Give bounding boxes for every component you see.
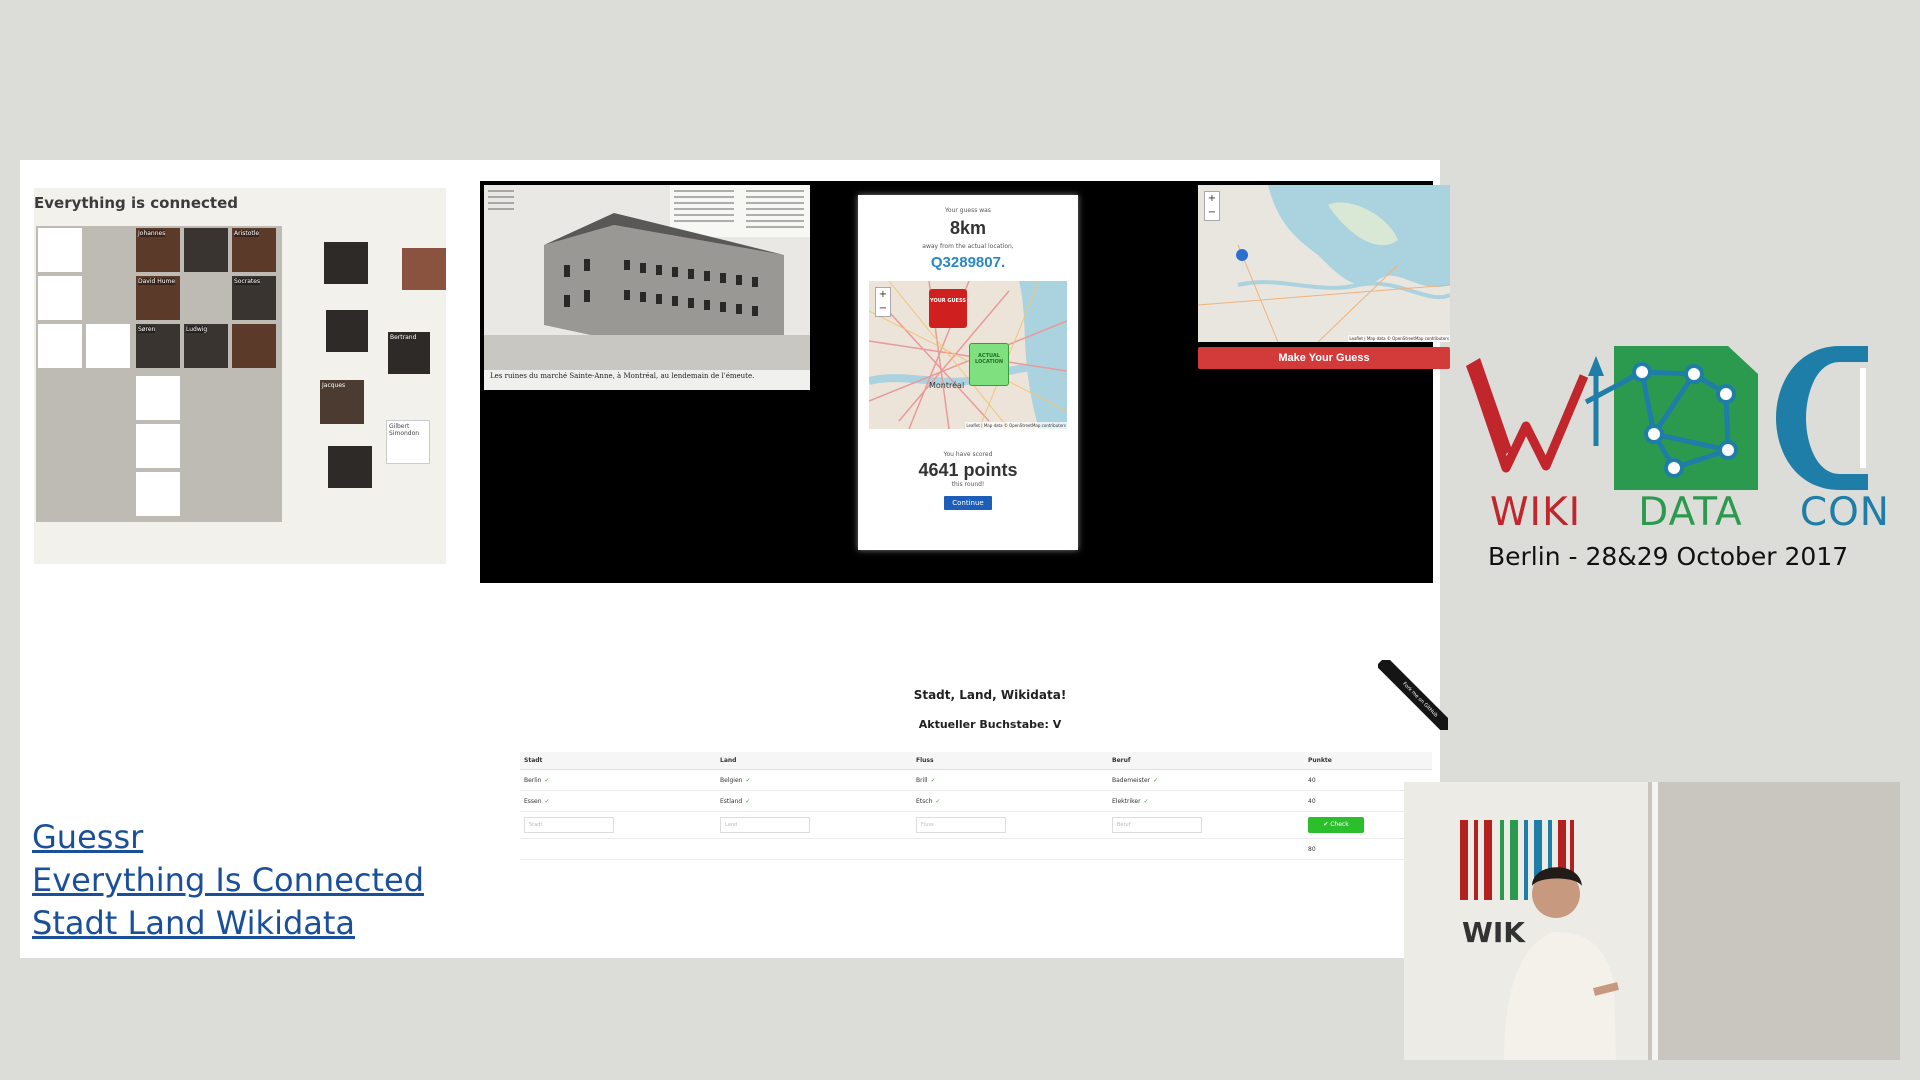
current-letter: Aktueller Buchstabe: V xyxy=(918,718,1062,731)
check-icon: ✓ xyxy=(544,797,550,805)
column-header: Fluss xyxy=(912,752,1108,770)
board-cell-portrait: Socrates xyxy=(232,276,276,320)
check-icon: ✓ xyxy=(935,797,941,805)
guessr-link[interactable]: Guessr xyxy=(32,816,424,859)
zoom-out-button[interactable]: − xyxy=(1205,206,1219,220)
loose-portrait-card[interactable] xyxy=(402,248,446,290)
continue-button[interactable]: Continue xyxy=(944,496,992,510)
zoom-out-button[interactable]: − xyxy=(876,302,890,316)
speaker-video-image: WIK xyxy=(1404,782,1900,1060)
slw-title: Stadt, Land, Wikidata! xyxy=(913,688,1067,702)
check-icon: ✓ xyxy=(930,776,936,784)
board-cell-portrait: Ludwig xyxy=(184,324,228,368)
loose-name-card[interactable]: Gilbert Simondon xyxy=(386,420,430,464)
check-button[interactable]: ✔ Check xyxy=(1308,817,1364,833)
board-cell-empty xyxy=(38,228,82,272)
land-input[interactable]: Land xyxy=(720,817,810,833)
column-header: Land xyxy=(716,752,912,770)
check-icon: ✓ xyxy=(745,797,751,805)
check-icon: ✓ xyxy=(544,776,550,784)
column-header: Punkte xyxy=(1304,752,1432,770)
map-zoom-control[interactable]: + − xyxy=(875,287,891,317)
loose-portrait-card[interactable] xyxy=(328,446,372,488)
total-row: 80 xyxy=(520,838,1432,860)
table-row: Berlin ✓ Belgien ✓ Brill ✓ Bademeister ✓ 40 xyxy=(520,769,1432,791)
logo-con-word: CON xyxy=(1799,490,1890,535)
actual-location-marker[interactable]: ACTUAL LOCATION xyxy=(969,343,1009,386)
board-cell-empty xyxy=(86,324,130,368)
newspaper-caption: Les ruines du marché Sainte-Anne, à Mont… xyxy=(490,372,755,380)
check-icon: ✓ xyxy=(745,776,751,784)
table-row: Essen ✓ Estland ✓ Etsch ✓ Elektriker ✓ 40 xyxy=(520,790,1432,812)
wikidatacon-logo: WIKI DATA CON Berlin - 28&29 October 201… xyxy=(1466,342,1889,582)
map-attribution: Leaflet | Map data © OpenStreetMap contr… xyxy=(1348,335,1450,342)
stadt-land-wikidata-screenshot: Fork me on GitHub Stadt, Land, Wikidata!… xyxy=(520,660,1448,920)
wikidatacon-wordmark: WIKI DATA CON xyxy=(1490,490,1890,535)
svg-text:WIK: WIK xyxy=(1462,916,1526,949)
column-header: Stadt xyxy=(520,752,716,770)
board-cell-portrait: Søren xyxy=(136,324,180,368)
logo-data-word: DATA xyxy=(1638,490,1743,535)
everything-is-connected-screenshot: Everything is connected Johannes Aristot… xyxy=(34,188,446,564)
board-cell-portrait xyxy=(184,228,228,272)
input-row: Stadt Land Fluss Beruf ✔ Check xyxy=(520,811,1432,839)
stadt-land-wikidata-link[interactable]: Stadt Land Wikidata xyxy=(32,902,424,945)
loose-portrait-card[interactable] xyxy=(324,242,368,284)
away-text: away from the actual location, xyxy=(922,243,1014,250)
board-cell-empty xyxy=(136,376,180,420)
qid-line: Q3289807. xyxy=(930,254,1006,271)
loose-portrait-card[interactable] xyxy=(326,310,368,352)
board-cell-empty xyxy=(38,324,82,368)
check-icon: ✓ xyxy=(1143,797,1149,805)
make-guess-button[interactable]: Make Your Guess xyxy=(1198,347,1450,369)
guess-distance: 8km xyxy=(949,218,987,238)
result-map[interactable]: + − YOUR GUESS ACTUAL LOCATION Montréal L… xyxy=(869,281,1067,429)
fluss-input[interactable]: Fluss xyxy=(916,817,1006,833)
historic-newspaper-image: Les ruines du marché Sainte-Anne, à Mont… xyxy=(484,185,810,390)
eic-title: Everything is connected xyxy=(34,194,238,212)
guess-map[interactable]: + − Leaflet | Map data © OpenStreetMap co… xyxy=(1198,185,1450,342)
board-cell-empty xyxy=(38,276,82,320)
loose-portrait-card[interactable]: Jacques xyxy=(320,380,364,424)
eic-board: Johannes Aristotle David Hume Socrates S… xyxy=(36,226,282,522)
round-label: this round! xyxy=(951,481,985,488)
answers-table: Stadt Land Fluss Beruf Punkte Berlin ✓ Be… xyxy=(520,752,1432,860)
column-header: Beruf xyxy=(1108,752,1304,770)
zoom-in-button[interactable]: + xyxy=(876,288,890,302)
board-cell-empty xyxy=(136,424,180,468)
board-cell-portrait: Aristotle xyxy=(232,228,276,272)
board-cell-empty xyxy=(136,472,180,516)
speaker-video-feed: WIK xyxy=(1404,782,1900,1060)
stadt-input[interactable]: Stadt xyxy=(524,817,614,833)
map-roads xyxy=(869,281,1067,429)
your-guess-label: Your guess was xyxy=(945,207,991,214)
board-cell-portrait: Johannes xyxy=(136,228,180,272)
check-icon: ✓ xyxy=(1153,776,1159,784)
event-date-location: Berlin - 28&29 October 2017 xyxy=(1488,542,1849,571)
guess-result-card: Your guess was 8km away from the actual … xyxy=(858,195,1078,550)
map-attribution: Leaflet | Map data © OpenStreetMap contr… xyxy=(965,422,1067,429)
presentation-slide: Everything is connected Johannes Aristot… xyxy=(20,160,1450,958)
board-cell-portrait xyxy=(232,324,276,368)
logo-wiki-word: WIKI xyxy=(1490,490,1582,535)
everything-is-connected-link[interactable]: Everything Is Connected xyxy=(32,859,424,902)
map-region-illustration xyxy=(1198,185,1450,342)
project-links: Guessr Everything Is Connected Stadt Lan… xyxy=(32,816,424,945)
loose-portrait-card[interactable]: Bertrand xyxy=(388,332,430,374)
wikidatacon-logo-graphic xyxy=(1466,346,1868,490)
points-value: 4641 points xyxy=(918,460,1018,480)
building-engraving-illustration xyxy=(484,185,810,370)
guessr-screenshot: Les ruines du marché Sainte-Anne, à Mont… xyxy=(480,181,1450,583)
your-guess-marker[interactable]: YOUR GUESS xyxy=(929,289,967,328)
beruf-input[interactable]: Beruf xyxy=(1112,817,1202,833)
board-cell-portrait: David Hume xyxy=(136,276,180,320)
scored-label: You have scored xyxy=(943,451,993,458)
zoom-in-button[interactable]: + xyxy=(1205,192,1219,206)
map-city-label: Montréal xyxy=(929,381,965,390)
qid-link[interactable]: Q3289807 xyxy=(931,254,1001,271)
map-zoom-control[interactable]: + − xyxy=(1204,191,1220,221)
